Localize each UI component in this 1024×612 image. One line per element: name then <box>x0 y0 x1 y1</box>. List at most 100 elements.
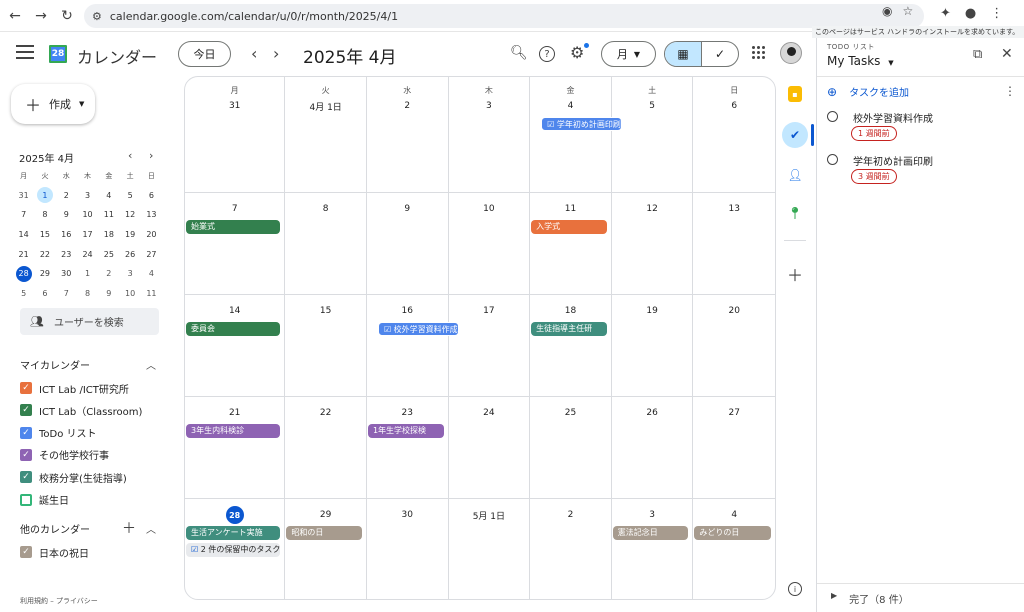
day-cell[interactable]: 水2 <box>366 77 449 193</box>
day-cell[interactable]: 30 <box>367 499 449 599</box>
mini-day[interactable]: 7 <box>13 205 34 225</box>
mini-day[interactable]: 5 <box>13 284 34 304</box>
day-number[interactable]: 30 <box>367 507 448 523</box>
day-cell[interactable]: 8 <box>285 193 367 295</box>
mini-day[interactable]: 22 <box>34 244 55 264</box>
event-chip[interactable]: 委員会 <box>186 322 281 336</box>
day-cell[interactable]: 28 生活アンケート実施 ☑ 2 件の保留中のタスク <box>185 499 286 599</box>
mini-day[interactable]: 9 <box>56 205 77 225</box>
mini-day[interactable]: 3 <box>77 186 98 206</box>
other-calendars-title[interactable]: 他のカレンダー <box>20 521 90 536</box>
event-chip[interactable]: 憲法記念日 <box>612 526 689 540</box>
footer-links[interactable]: 利用規約 – プライバシー <box>20 596 98 606</box>
day-number[interactable]: 2 <box>367 98 448 114</box>
mini-prev-icon[interactable]: ‹ <box>128 149 132 162</box>
search-users-input[interactable]: 👥︎ ユーザーを検索 <box>20 308 159 335</box>
mini-day[interactable]: 31 <box>13 186 34 206</box>
day-cell[interactable]: 2 <box>530 499 612 599</box>
mini-day[interactable]: 4 <box>98 186 119 206</box>
day-number[interactable]: 4月 1日 <box>285 98 366 114</box>
calendar-item[interactable]: 誕生日 <box>20 492 69 508</box>
day-number[interactable]: 10 <box>449 201 530 217</box>
help-icon[interactable]: ? <box>539 46 555 62</box>
main-menu-icon[interactable] <box>16 45 34 59</box>
checkbox-checked-icon[interactable]: ✓ <box>20 404 32 417</box>
day-number[interactable]: 24 <box>449 405 530 421</box>
day-cell[interactable]: 27 <box>693 397 775 499</box>
back-icon[interactable]: ← <box>4 5 26 27</box>
add-task-button[interactable]: ⊕ タスクを追加 <box>827 84 909 100</box>
day-cell[interactable]: 18 生徒指導主任研 <box>530 295 612 397</box>
completed-toggle[interactable]: ▶ 完了（8 件） <box>831 591 909 606</box>
tasks-view-icon[interactable]: ✓ <box>701 42 738 66</box>
day-cell[interactable]: 29 昭和の日 <box>285 499 367 599</box>
mini-day[interactable]: 2 <box>98 264 119 284</box>
day-number[interactable]: 12 <box>612 201 693 217</box>
day-number[interactable]: 31 <box>185 98 284 114</box>
day-number[interactable]: 8 <box>285 201 366 217</box>
address-bar[interactable]: ⚙ calendar.google.com/calendar/u/0/r/mon… <box>84 4 924 28</box>
mini-day[interactable]: 15 <box>34 225 55 245</box>
mini-day[interactable]: 23 <box>56 244 77 264</box>
mini-day[interactable]: 10 <box>77 205 98 225</box>
day-cell[interactable]: 12 <box>611 193 694 295</box>
day-cell[interactable]: 17 <box>448 295 531 397</box>
event-chip[interactable]: 始業式 <box>186 220 281 234</box>
day-number[interactable]: 4 <box>530 98 611 114</box>
chevron-up-icon[interactable]: ︿ <box>146 521 156 536</box>
google-apps-icon[interactable] <box>752 46 765 59</box>
day-number[interactable]: 5月 1日 <box>449 507 530 523</box>
mini-day[interactable]: 8 <box>77 284 98 304</box>
day-number[interactable]: 21 <box>185 405 284 421</box>
checkbox-unchecked-icon[interactable] <box>20 493 32 506</box>
mini-day[interactable]: 24 <box>77 244 98 264</box>
event-chip[interactable]: 生徒指導主任研 <box>531 322 607 336</box>
mini-day[interactable]: 2 <box>56 186 77 206</box>
day-number[interactable]: 3 <box>612 507 693 523</box>
day-cell[interactable]: 日6 <box>693 77 775 193</box>
day-cell[interactable]: 20 <box>693 295 775 397</box>
prev-month-icon[interactable]: ‹ <box>251 44 257 63</box>
event-chip[interactable]: みどりの日 <box>694 526 771 540</box>
mini-day[interactable]: 8 <box>34 205 55 225</box>
today-button[interactable]: 今日 <box>178 41 231 67</box>
create-button[interactable]: ＋ 作成 ▼ <box>11 84 95 124</box>
checkbox-checked-icon[interactable]: ✓ <box>20 448 32 461</box>
mini-day[interactable]: 16 <box>56 225 77 245</box>
day-number[interactable]: 4 <box>693 507 775 523</box>
mini-day[interactable]: 27 <box>141 244 162 264</box>
event-chip[interactable]: 入学式 <box>531 220 607 234</box>
day-cell[interactable]: 土5 <box>611 77 694 193</box>
day-cell[interactable]: 7 始業式 <box>185 193 286 295</box>
forward-icon[interactable]: → <box>30 5 52 27</box>
day-cell[interactable]: 24 <box>448 397 531 499</box>
mini-day[interactable]: 6 <box>34 284 55 304</box>
mini-day[interactable]: 25 <box>98 244 119 264</box>
calendar-item[interactable]: ✓ 校務分掌(生徒指導) <box>20 469 127 485</box>
day-cell[interactable]: 13 <box>693 193 775 295</box>
mini-day[interactable]: 11 <box>141 284 162 304</box>
reload-icon[interactable]: ↻ <box>56 5 78 27</box>
task-complete-circle-icon[interactable] <box>827 111 838 122</box>
mini-day[interactable]: 29 <box>34 264 55 284</box>
day-number[interactable]: 7 <box>185 201 284 217</box>
tasks-icon[interactable]: ✔ <box>782 122 808 148</box>
mini-next-icon[interactable]: › <box>149 149 153 162</box>
event-chip[interactable]: 昭和の日 <box>286 526 362 540</box>
mini-day[interactable]: 14 <box>13 225 34 245</box>
day-number[interactable]: 20 <box>693 303 775 319</box>
day-number[interactable]: 13 <box>693 201 775 217</box>
day-cell[interactable]: 23 1年生学校探検 <box>366 397 449 499</box>
day-number[interactable]: 9 <box>367 201 448 217</box>
mini-day[interactable]: 13 <box>141 205 162 225</box>
day-cell[interactable]: 15 <box>285 295 367 397</box>
day-number[interactable]: 23 <box>367 405 448 421</box>
calendar-item[interactable]: ✓ その他学校行事 <box>20 447 109 463</box>
day-cell[interactable]: 19 <box>611 295 694 397</box>
contacts-icon[interactable]: 👤︎ <box>784 164 806 186</box>
calendar-view-icon[interactable]: ▦ <box>665 42 701 66</box>
mini-day[interactable]: 11 <box>98 205 119 225</box>
day-number[interactable]: 22 <box>285 405 366 421</box>
mini-day[interactable]: 17 <box>77 225 98 245</box>
my-calendars-title[interactable]: マイカレンダー <box>20 357 90 372</box>
